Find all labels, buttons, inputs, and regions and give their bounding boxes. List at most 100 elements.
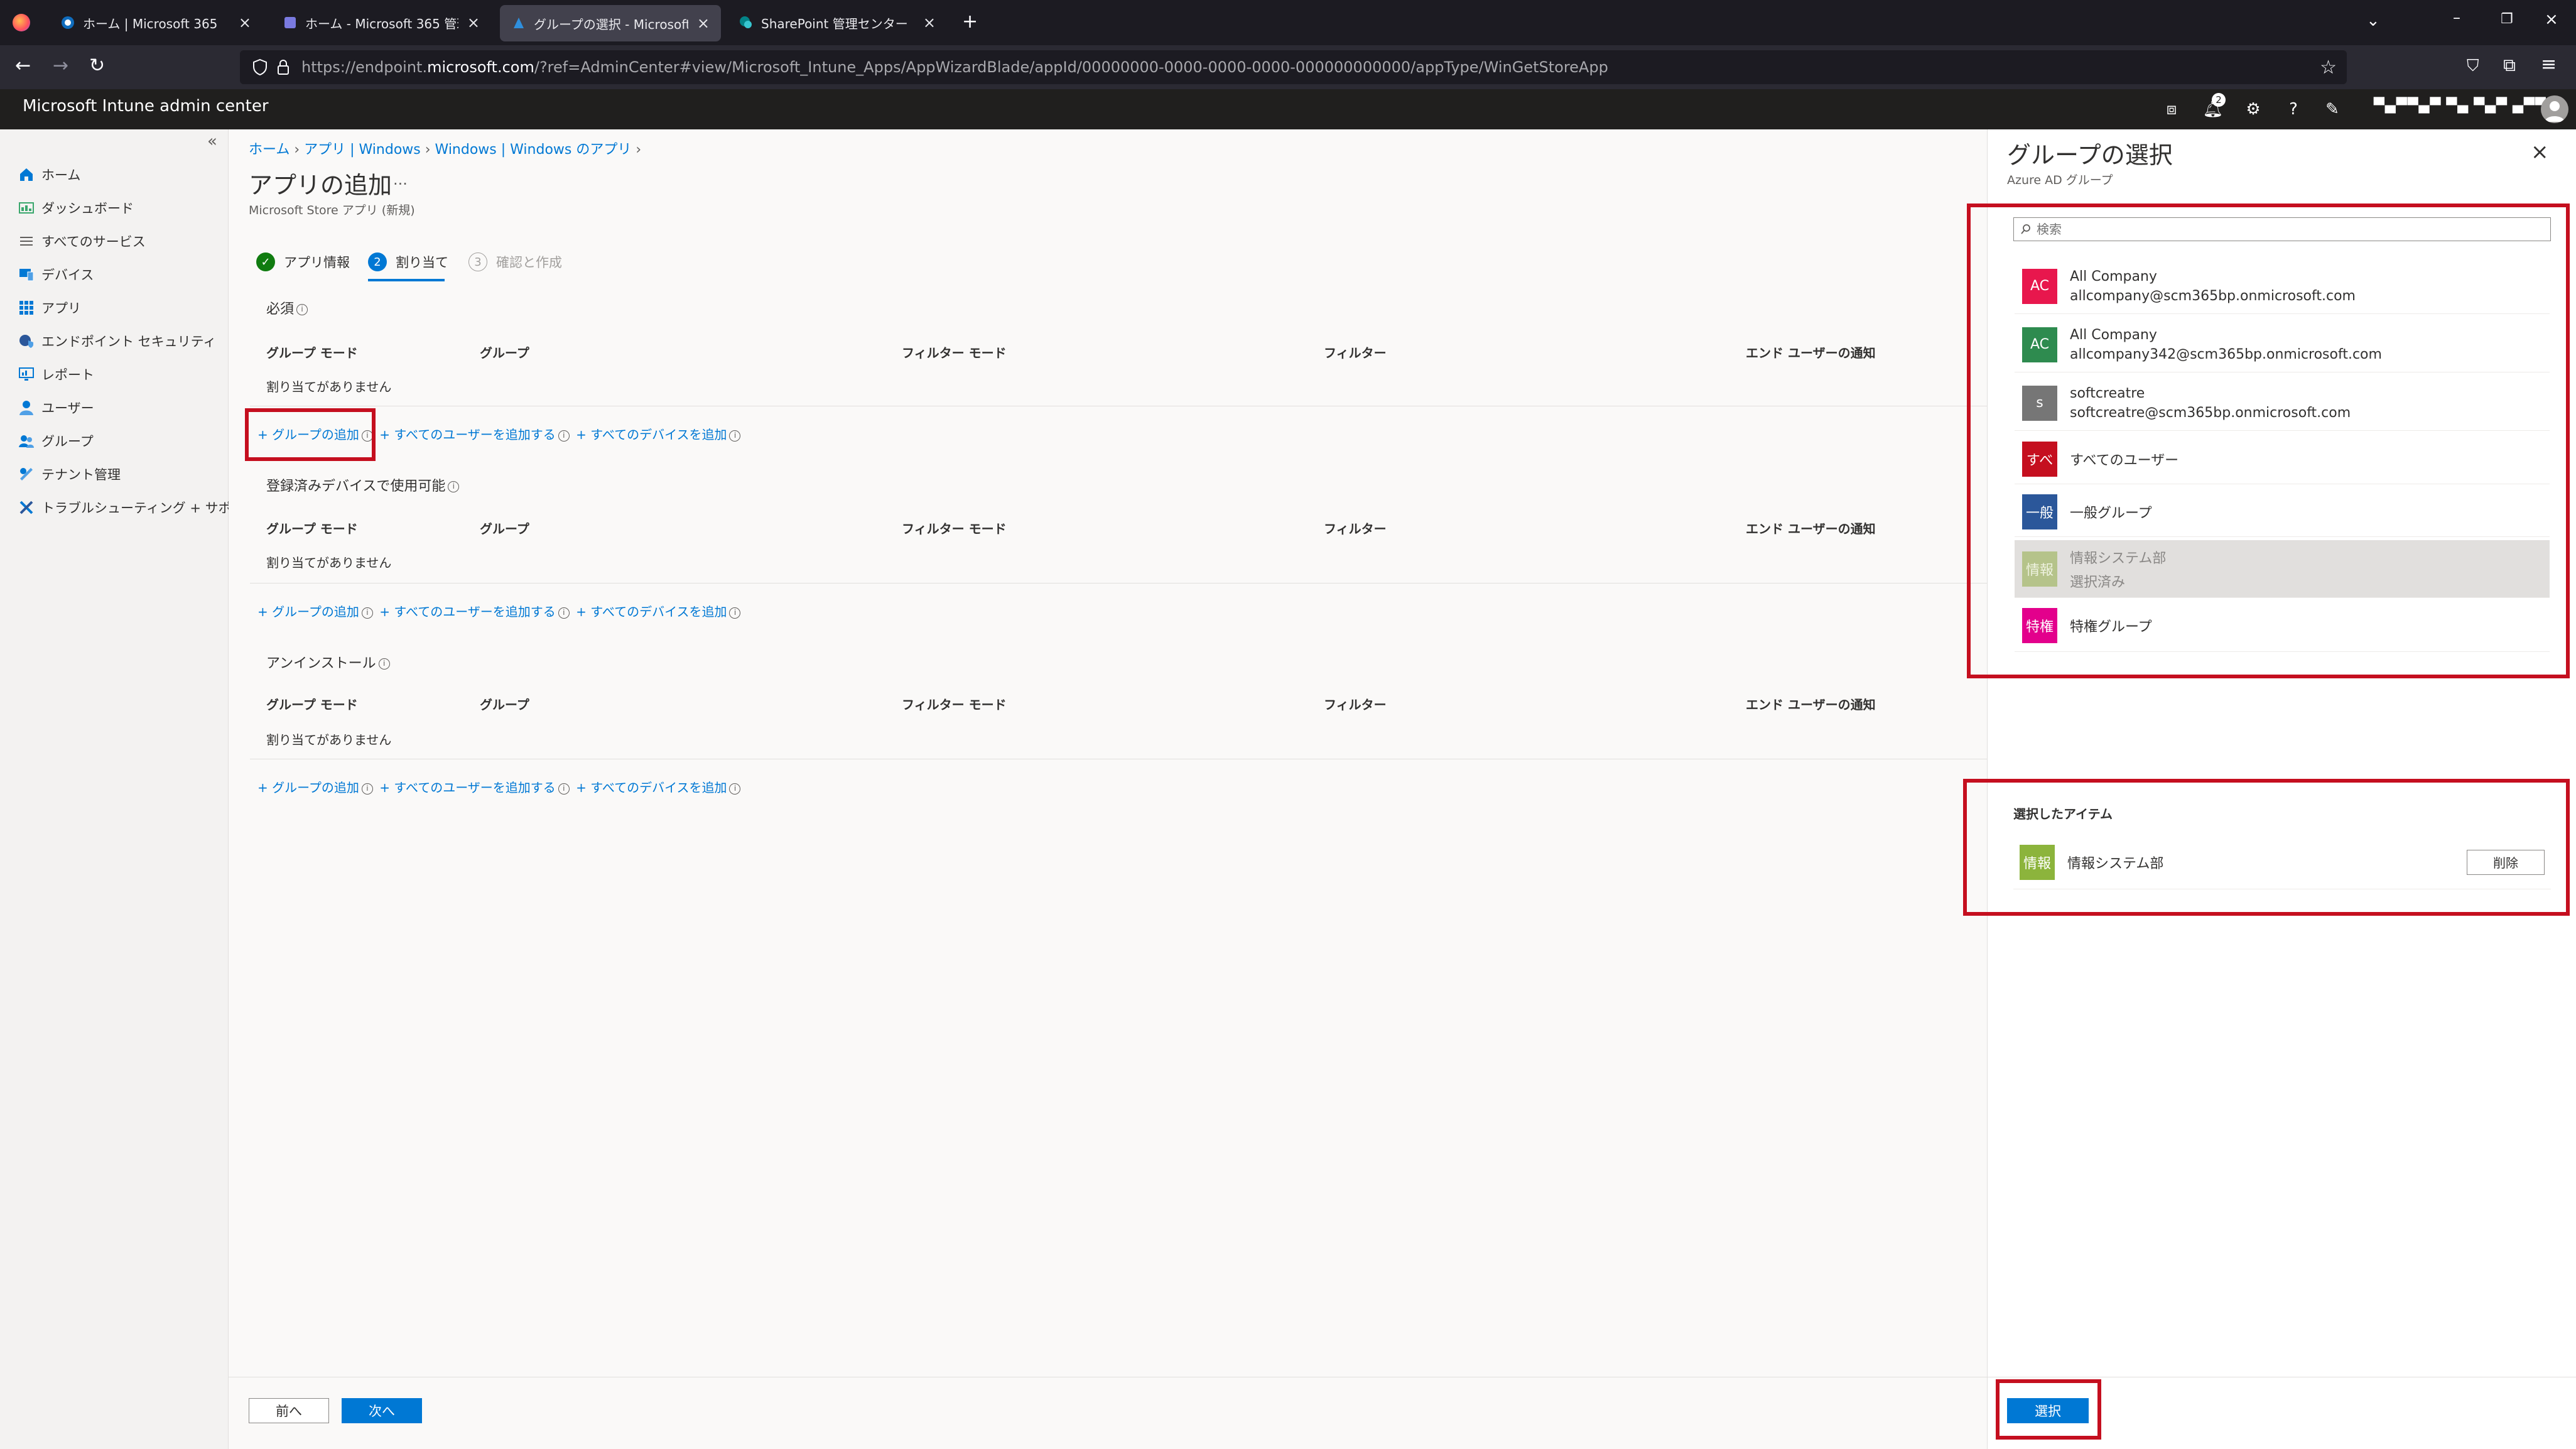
nav-item-endpoint-security[interactable]: エンドポイント セキュリティ [18,328,216,354]
info-icon[interactable]: i [729,783,741,795]
info-icon[interactable]: i [558,783,570,795]
browser-tab-m365-home[interactable]: ホーム | Microsoft 365 × [49,0,262,45]
tab-title: SharePoint 管理センター [761,16,908,31]
avatar[interactable] [2541,95,2568,123]
reload-icon[interactable]: ↻ [89,57,105,75]
nav-item-reports[interactable]: レポート [18,362,94,387]
column-end-user-notification: エンド ユーザーの通知 [1746,521,1876,536]
close-window-icon[interactable]: × [2545,11,2558,28]
column-filter: フィルター [1324,345,1387,361]
user-name-blurred[interactable]: ▀▄▀▀▄▀ ▀▄ ▀▄▀ ▄▀▀▄ [2374,98,2558,114]
tab-title: ホーム - Microsoft 365 管理センタ [305,16,458,31]
shield-icon [18,332,35,350]
close-tab-icon[interactable]: × [467,14,480,31]
notification-badge: 2 [2212,93,2226,107]
nav-item-devices[interactable]: デバイス [18,262,94,287]
nav-label: ダッシュボード [41,201,134,216]
column-filter-mode: フィルター モード [902,345,1007,361]
pocket-icon[interactable]: ⛉ [2467,58,2479,74]
nav-item-groups[interactable]: グループ [18,428,94,453]
nav-item-all-services[interactable]: すべてのサービス [18,229,146,254]
nav-item-dashboard[interactable]: ダッシュボード [18,195,134,220]
nav-item-troubleshooting[interactable]: トラブルシューティング + サポート [18,495,258,520]
panel-subtitle: Azure AD グループ [2007,173,2113,187]
add-all-devices-link[interactable]: + すべてのデバイスを追加 [576,427,727,442]
forward-icon[interactable]: → [53,57,68,75]
wizard-step-review-create[interactable]: 3 確認と作成 [468,252,562,271]
close-panel-icon[interactable]: × [2531,139,2549,165]
remote-help-icon[interactable]: ⧈ [2160,98,2183,121]
minimize-icon[interactable]: – [2453,10,2460,25]
feedback-icon[interactable]: ✎ [2321,98,2344,121]
assignment-table-header: グループ モード グループ フィルター モード フィルター エンド ユーザーの通… [266,343,1987,362]
nav-label: グループ [41,434,94,449]
help-icon[interactable]: ? [2282,98,2305,121]
info-icon[interactable]: i [558,430,570,442]
close-tab-icon[interactable]: × [239,14,251,31]
page-subtitle: Microsoft Store アプリ (新規) [249,204,415,217]
browser-tab-sharepoint[interactable]: SharePoint 管理センター × [727,0,947,45]
menu-icon[interactable]: ≡ [2541,55,2557,74]
info-icon[interactable]: i [361,607,373,619]
left-navigation [0,129,229,1449]
info-icon[interactable]: i [378,658,390,670]
previous-button[interactable]: 前へ [249,1398,329,1423]
add-all-users-link[interactable]: + すべてのユーザーを追加する [379,604,556,619]
info-icon[interactable]: i [448,481,460,492]
browser-tab-m365-admin[interactable]: ホーム - Microsoft 365 管理センタ × [271,0,491,45]
add-all-devices-link[interactable]: + すべてのデバイスを追加 [576,604,727,619]
step-label: 確認と作成 [496,255,562,270]
info-icon[interactable]: i [296,304,308,315]
back-icon[interactable]: ← [15,57,31,75]
breadcrumb-home[interactable]: ホーム [249,142,290,158]
info-icon[interactable]: i [558,607,570,619]
bookmark-star-icon[interactable]: ☆ [2320,57,2337,79]
breadcrumb-apps-windows[interactable]: アプリ | Windows [304,142,421,158]
lock-icon [278,60,289,75]
list-icon [18,232,35,250]
column-end-user-notification: エンド ユーザーの通知 [1746,697,1876,712]
add-all-devices-link[interactable]: + すべてのデバイスを追加 [576,780,727,795]
add-links-uninstall: + グループの追加 i + すべてのユーザーを追加する i + すべてのデバイスを追… [257,778,743,796]
user-avatar-icon [2545,101,2565,122]
browser-tab-group-select[interactable]: グループの選択 - Microsoft Intune × [500,5,721,41]
extensions-icon[interactable]: ⧉ [2503,57,2516,74]
more-options-button[interactable]: ... [393,171,408,188]
group-icon [18,432,35,450]
nav-item-apps[interactable]: アプリ [18,295,81,320]
wizard-step-app-info[interactable]: ✓ アプリ情報 [256,252,350,271]
info-icon[interactable]: i [729,607,741,619]
tab-list-chevron-icon[interactable]: ⌄ [2366,13,2380,29]
user-icon [18,399,35,416]
firefox-icon[interactable] [13,14,30,31]
add-all-users-link[interactable]: + すべてのユーザーを追加する [379,780,556,795]
close-tab-icon[interactable]: × [923,14,936,31]
restore-icon[interactable]: ❐ [2501,13,2513,26]
wizard-step-assignments[interactable]: 2 割り当て [368,252,448,271]
home-icon [18,166,35,183]
next-button[interactable]: 次へ [342,1398,422,1423]
nav-label: トラブルシューティング + サポート [41,501,258,516]
collapse-nav-icon[interactable]: « [207,132,217,151]
close-tab-icon[interactable]: × [697,14,710,32]
new-tab-icon[interactable]: + [962,13,978,31]
add-group-link[interactable]: + グループの追加 [257,604,359,619]
tenant-icon [18,465,35,483]
info-icon[interactable]: i [729,430,741,442]
step-label: アプリ情報 [284,255,350,270]
column-group: グループ [480,521,529,536]
info-icon[interactable]: i [361,783,373,795]
settings-gear-icon[interactable]: ⚙ [2242,98,2265,121]
nav-item-tenant-admin[interactable]: テナント管理 [18,462,121,487]
nav-item-home[interactable]: ホーム [18,162,80,187]
breadcrumb-windows-apps[interactable]: Windows | Windows のアプリ [435,142,632,158]
nav-label: エンドポイント セキュリティ [41,334,217,349]
add-group-link[interactable]: + グループの追加 [257,780,359,795]
add-all-users-link[interactable]: + すべてのユーザーを追加する [379,427,556,442]
nav-item-users[interactable]: ユーザー [18,395,94,420]
app-title[interactable]: Microsoft Intune admin center [23,97,269,116]
empty-assignments-text: 割り当てがありません [266,732,392,747]
empty-assignments-text: 割り当てがありません [266,555,392,570]
url-bar[interactable]: https://endpoint.microsoft.com/?ref=Admi… [240,50,2347,84]
highlight-select-button [1996,1379,2101,1440]
